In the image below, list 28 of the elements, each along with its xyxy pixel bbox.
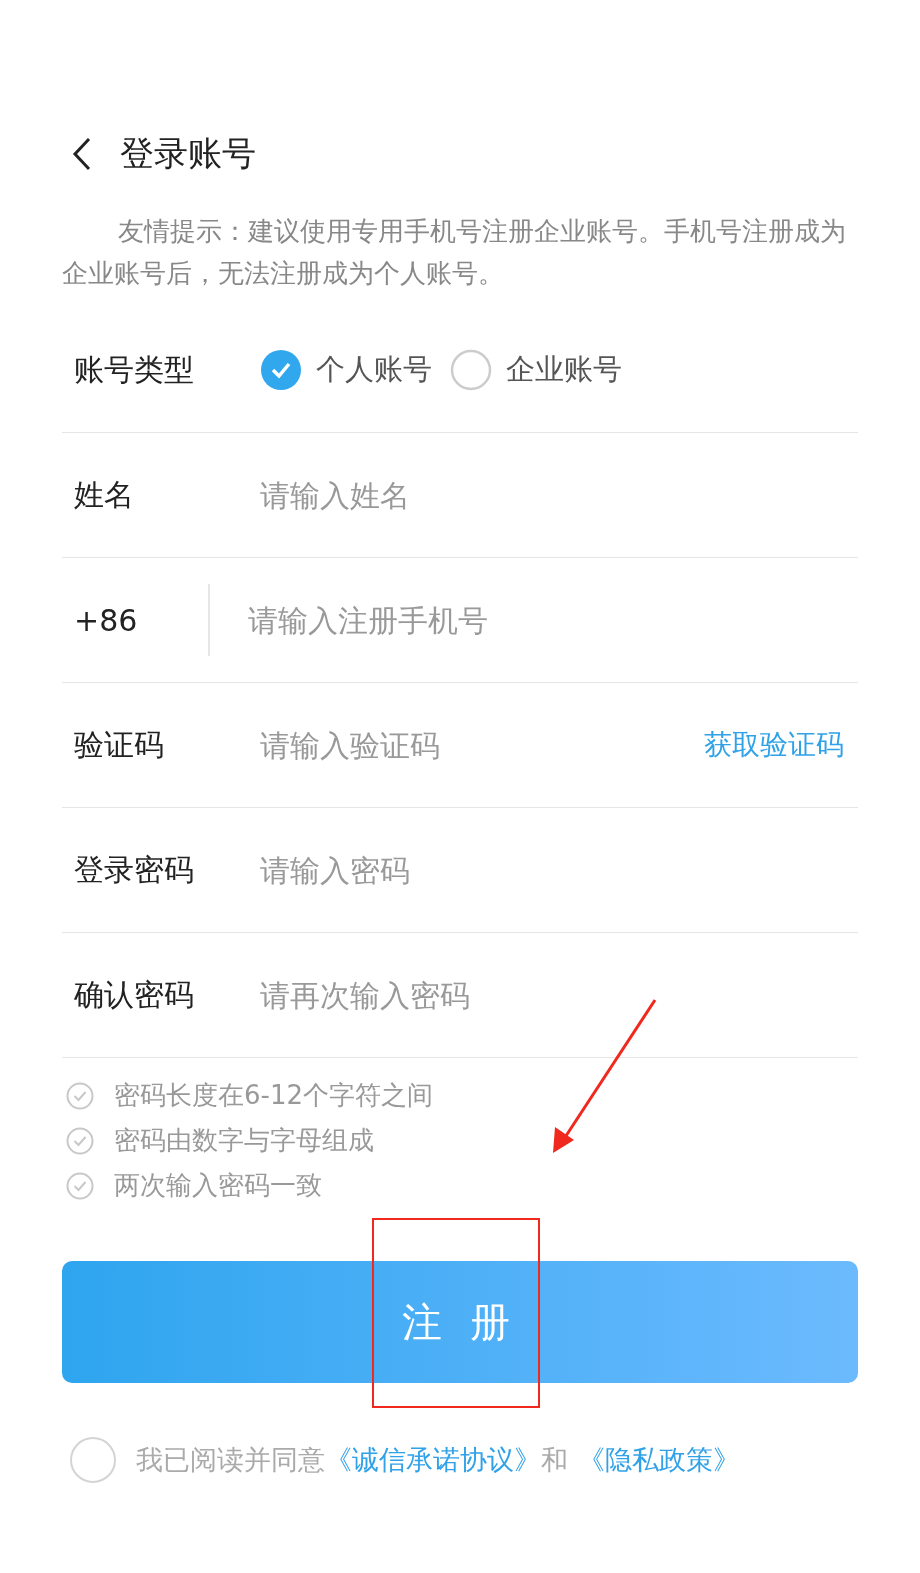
radio-button[interactable] bbox=[450, 349, 492, 391]
agreement-text: 我已阅读并同意 bbox=[136, 1443, 325, 1477]
agreement-text: 和 bbox=[541, 1443, 568, 1477]
privacy-link[interactable]: 《隐私政策》 bbox=[578, 1442, 740, 1478]
radio-label: 企业账号 bbox=[506, 351, 622, 388]
password-rule: 密码长度在6-12个字符之间 bbox=[114, 1079, 433, 1112]
field-label: 确认密码 bbox=[73, 975, 195, 1014]
password-rule: 两次输入密码一致 bbox=[114, 1169, 322, 1202]
field-label: 登录密码 bbox=[73, 850, 195, 889]
tip-text: 友情提示：建议使用专用手机号注册企业账号。手机号注册成为企业账号后，无法注册成为个人账号。 bbox=[62, 215, 847, 290]
input-field[interactable]: 请输入密码 bbox=[260, 852, 858, 888]
field-label: 验证码 bbox=[73, 725, 165, 764]
page-title: 登录账号 bbox=[120, 132, 256, 175]
country-code: +86 bbox=[73, 602, 139, 638]
field-label: 账号类型 bbox=[73, 350, 195, 389]
password-rule: 密码由数字与字母组成 bbox=[114, 1124, 374, 1157]
get-code-link[interactable]: 获取验证码 bbox=[704, 726, 844, 764]
field-label: 姓名 bbox=[73, 475, 135, 514]
back-icon[interactable] bbox=[72, 137, 92, 171]
radio-label: 个人账号 bbox=[316, 351, 432, 388]
input-field[interactable]: 请再次输入密码 bbox=[260, 977, 858, 1013]
agree-checkbox[interactable] bbox=[70, 1437, 116, 1483]
input-field[interactable]: 请输入姓名 bbox=[260, 477, 858, 513]
radio-button[interactable] bbox=[260, 349, 302, 391]
agreement-link[interactable]: 《诚信承诺协议》 bbox=[325, 1442, 541, 1478]
input-field[interactable]: 请输入验证码 bbox=[260, 727, 704, 763]
input-field[interactable]: 请输入注册手机号 bbox=[247, 602, 858, 638]
register-button[interactable]: 注 册 bbox=[62, 1261, 858, 1383]
